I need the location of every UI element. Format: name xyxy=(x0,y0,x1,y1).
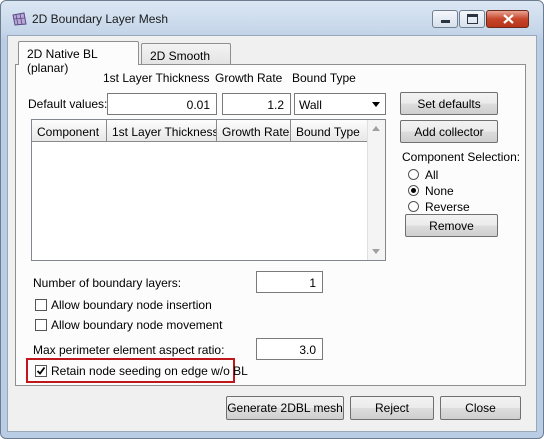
close-button[interactable]: Close xyxy=(440,396,521,420)
bound-type-value: Wall xyxy=(299,98,322,112)
header-component[interactable]: Component xyxy=(32,120,107,142)
table-scrollbar[interactable] xyxy=(367,120,385,260)
scroll-down-icon[interactable] xyxy=(372,249,380,254)
title-bar[interactable]: 2D Boundary Layer Mesh xyxy=(1,1,543,35)
close-icon xyxy=(503,14,514,24)
allow-movement-label[interactable]: Allow boundary node movement xyxy=(51,318,222,332)
num-layers-input[interactable]: 1 xyxy=(256,271,323,293)
checkmark-icon xyxy=(36,366,46,375)
radio-reverse-label[interactable]: Reverse xyxy=(425,200,470,214)
window-title: 2D Boundary Layer Mesh xyxy=(32,12,169,26)
allow-insertion-label[interactable]: Allow boundary node insertion xyxy=(51,298,212,312)
default-values-label: Default values: xyxy=(28,97,108,111)
bound-type-dropdown[interactable] xyxy=(368,95,384,113)
minimize-icon xyxy=(441,20,450,23)
header-growth[interactable]: Growth Rate xyxy=(217,120,291,142)
allow-insertion-checkbox[interactable] xyxy=(35,299,47,311)
header-bound[interactable]: Bound Type xyxy=(291,120,369,142)
num-layers-label: Number of boundary layers: xyxy=(33,276,182,290)
set-defaults-button[interactable]: Set defaults xyxy=(400,92,498,115)
maximize-button[interactable] xyxy=(459,10,485,28)
minimize-button[interactable] xyxy=(432,10,458,28)
generate-mesh-button[interactable]: Generate 2DBL mesh xyxy=(226,396,344,420)
aspect-ratio-label: Max perimeter element aspect ratio: xyxy=(33,343,225,357)
radio-none-label[interactable]: None xyxy=(425,184,454,198)
allow-movement-checkbox[interactable] xyxy=(35,319,47,331)
mesh-app-icon xyxy=(12,12,27,26)
scroll-up-icon[interactable] xyxy=(372,126,380,131)
aspect-ratio-input[interactable]: 3.0 xyxy=(256,338,323,360)
default-thickness-input[interactable]: 0.01 xyxy=(107,93,217,115)
radio-all-label[interactable]: All xyxy=(425,168,438,182)
default-growth-input[interactable]: 1.2 xyxy=(222,93,291,115)
reject-button[interactable]: Reject xyxy=(350,396,434,420)
radio-all[interactable] xyxy=(408,169,419,180)
radio-none[interactable] xyxy=(408,185,419,196)
growth-column-label: Growth Rate xyxy=(215,71,283,85)
tab-smooth-bl[interactable]: 2D Smooth BL xyxy=(141,43,231,77)
bound-type-select[interactable]: Wall xyxy=(294,93,386,115)
header-thickness[interactable]: 1st Layer Thickness xyxy=(107,120,217,142)
radio-reverse[interactable] xyxy=(408,201,419,212)
thickness-column-label: 1st Layer Thickness xyxy=(103,71,210,85)
maximize-icon xyxy=(467,14,478,24)
bound-column-label: Bound Type xyxy=(292,71,356,85)
tab-native-bl[interactable]: 2D Native BL (planar) xyxy=(18,41,139,75)
dialog-window: 2D Boundary Layer Mesh 2D Native BL (pla… xyxy=(0,0,544,439)
close-window-button[interactable] xyxy=(486,10,529,28)
component-selection-label: Component Selection: xyxy=(402,150,521,164)
add-collector-button[interactable]: Add collector xyxy=(400,120,498,143)
retain-seeding-checkbox[interactable] xyxy=(35,365,47,377)
chevron-down-icon xyxy=(372,102,380,107)
component-table[interactable]: Component 1st Layer Thickness Growth Rat… xyxy=(31,119,386,261)
retain-seeding-label[interactable]: Retain node seeding on edge w/o BL xyxy=(51,364,248,378)
remove-button[interactable]: Remove xyxy=(405,214,498,237)
